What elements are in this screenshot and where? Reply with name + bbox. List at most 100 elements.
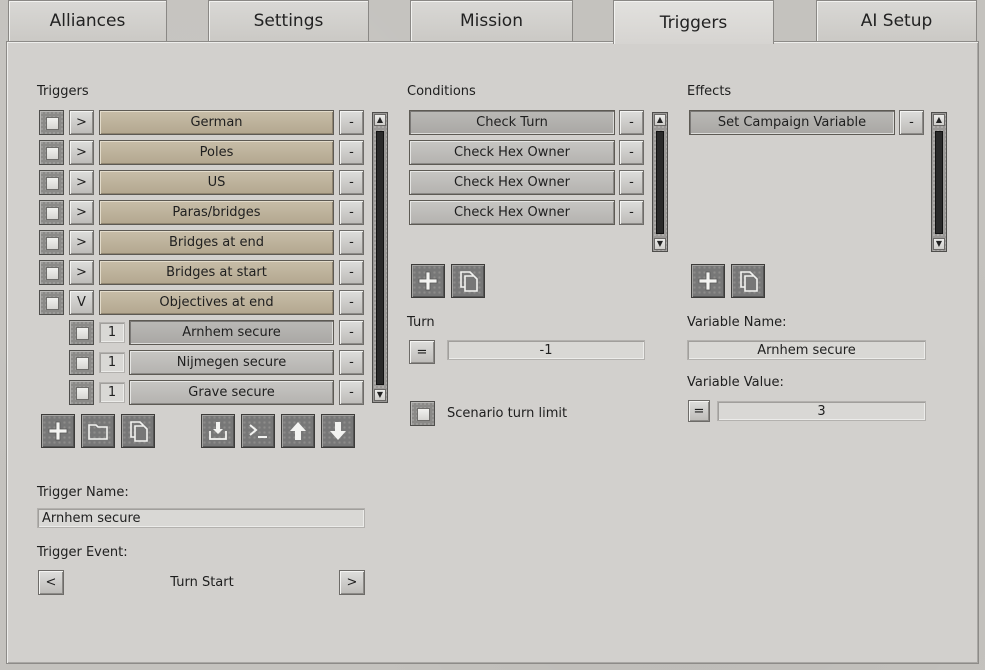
variable-value-input[interactable]: 3 [717, 401, 926, 421]
subtrigger-row-grave-secure[interactable]: Grave secure [129, 380, 334, 405]
subtrigger-checkbox[interactable] [69, 320, 94, 345]
subtrigger-row-nijmegen-secure[interactable]: Nijmegen secure [129, 350, 334, 375]
remove-trigger-button[interactable]: - [339, 230, 364, 255]
trigger-event-value: Turn Start [170, 575, 234, 590]
remove-trigger-button[interactable]: - [339, 110, 364, 135]
move-down-button[interactable] [321, 414, 355, 448]
effects-scrollbar[interactable]: ▲ ▼ [931, 112, 947, 252]
remove-trigger-button[interactable]: - [339, 350, 364, 375]
tab-mission[interactable]: Mission [410, 0, 573, 41]
trigger-row-us[interactable]: US [99, 170, 334, 195]
copy-trigger-button[interactable] [121, 414, 155, 448]
add-trigger-button[interactable] [41, 414, 75, 448]
trigger-checkbox[interactable] [39, 110, 64, 135]
arrow-down-icon [330, 422, 346, 440]
condition-row-check-hex-owner[interactable]: Check Hex Owner [409, 200, 615, 225]
expand-button[interactable]: > [69, 200, 94, 225]
trigger-row-bridges-at-end[interactable]: Bridges at end [99, 230, 334, 255]
trigger-row-german[interactable]: German [99, 110, 334, 135]
condition-row-check-turn[interactable]: Check Turn [409, 110, 615, 135]
effects-header: Effects [687, 84, 732, 99]
remove-condition-button[interactable]: - [619, 110, 644, 135]
remove-trigger-button[interactable]: - [339, 380, 364, 405]
trigger-row-bridges-at-start[interactable]: Bridges at start [99, 260, 334, 285]
add-folder-button[interactable] [81, 414, 115, 448]
trigger-name-input[interactable]: Arnhem secure [37, 508, 365, 528]
scroll-down-arrow-icon[interactable]: ▼ [933, 238, 945, 250]
subtrigger-row-arnhem-secure[interactable]: Arnhem secure [129, 320, 334, 345]
turn-operator-button[interactable]: = [409, 340, 435, 364]
trigger-event-label: Trigger Event: [37, 545, 128, 560]
scroll-up-arrow-icon[interactable]: ▲ [654, 114, 666, 126]
scroll-up-arrow-icon[interactable]: ▲ [933, 114, 945, 126]
remove-trigger-button[interactable]: - [339, 170, 364, 195]
expand-button[interactable]: > [69, 110, 94, 135]
triggers-scrollbar[interactable]: ▲ ▼ [372, 112, 388, 403]
tab-label: Alliances [49, 11, 126, 31]
copy-condition-button[interactable] [451, 264, 485, 298]
subtrigger-checkbox[interactable] [69, 380, 94, 405]
expand-button[interactable]: > [69, 230, 94, 255]
folder-icon [88, 424, 108, 440]
remove-trigger-button[interactable]: - [339, 260, 364, 285]
remove-trigger-button[interactable]: - [339, 200, 364, 225]
prev-event-button[interactable]: < [38, 570, 64, 595]
collapse-button[interactable]: V [69, 290, 94, 315]
remove-trigger-button[interactable]: - [339, 140, 364, 165]
console-button[interactable] [241, 414, 275, 448]
next-event-button[interactable]: > [339, 570, 365, 595]
remove-condition-button[interactable]: - [619, 140, 644, 165]
copy-effect-button[interactable] [731, 264, 765, 298]
conditions-scrollbar[interactable]: ▲ ▼ [652, 112, 668, 252]
scroll-up-arrow-icon[interactable]: ▲ [374, 114, 386, 126]
scroll-thumb[interactable] [656, 131, 664, 234]
trigger-checkbox[interactable] [39, 230, 64, 255]
import-button[interactable] [201, 414, 235, 448]
scenario-turn-limit-checkbox[interactable] [410, 401, 435, 426]
tab-triggers[interactable]: Triggers [613, 0, 774, 44]
move-up-button[interactable] [281, 414, 315, 448]
subtrigger-index: 1 [99, 322, 125, 343]
subtrigger-checkbox[interactable] [69, 350, 94, 375]
variable-name-input[interactable]: Arnhem secure [687, 340, 926, 360]
condition-row-check-hex-owner[interactable]: Check Hex Owner [409, 140, 615, 165]
import-icon [209, 422, 227, 440]
remove-trigger-button[interactable]: - [339, 320, 364, 345]
scroll-down-arrow-icon[interactable]: ▼ [374, 389, 386, 401]
trigger-checkbox[interactable] [39, 260, 64, 285]
add-effect-button[interactable] [691, 264, 725, 298]
trigger-row-poles[interactable]: Poles [99, 140, 334, 165]
triggers-header: Triggers [37, 84, 89, 99]
remove-trigger-button[interactable]: - [339, 290, 364, 315]
trigger-checkbox[interactable] [39, 140, 64, 165]
tab-alliances[interactable]: Alliances [8, 0, 167, 41]
scroll-thumb[interactable] [935, 131, 943, 234]
trigger-row-paras-bridges[interactable]: Paras/bridges [99, 200, 334, 225]
trigger-row-objectives-at-end[interactable]: Objectives at end [99, 290, 334, 315]
copy-icon [740, 271, 758, 292]
remove-condition-button[interactable]: - [619, 170, 644, 195]
conditions-header: Conditions [407, 84, 476, 99]
trigger-name-label: Trigger Name: [37, 485, 129, 500]
variable-value-label: Variable Value: [687, 375, 784, 390]
variable-operator-button[interactable]: = [688, 400, 710, 422]
tab-settings[interactable]: Settings [208, 0, 369, 41]
effect-row-set-campaign-variable[interactable]: Set Campaign Variable [689, 110, 895, 135]
expand-button[interactable]: > [69, 140, 94, 165]
expand-button[interactable]: > [69, 260, 94, 285]
trigger-checkbox[interactable] [39, 290, 64, 315]
remove-effect-button[interactable]: - [899, 110, 924, 135]
trigger-checkbox[interactable] [39, 170, 64, 195]
variable-name-label: Variable Name: [687, 315, 787, 330]
scroll-down-arrow-icon[interactable]: ▼ [654, 238, 666, 250]
condition-row-check-hex-owner[interactable]: Check Hex Owner [409, 170, 615, 195]
tab-ai-setup[interactable]: AI Setup [816, 0, 977, 41]
remove-condition-button[interactable]: - [619, 200, 644, 225]
turn-value-input[interactable]: -1 [447, 340, 645, 360]
scroll-thumb[interactable] [376, 131, 384, 385]
turn-label: Turn [407, 315, 435, 330]
trigger-checkbox[interactable] [39, 200, 64, 225]
expand-button[interactable]: > [69, 170, 94, 195]
copy-icon [130, 421, 148, 442]
add-condition-button[interactable] [411, 264, 445, 298]
